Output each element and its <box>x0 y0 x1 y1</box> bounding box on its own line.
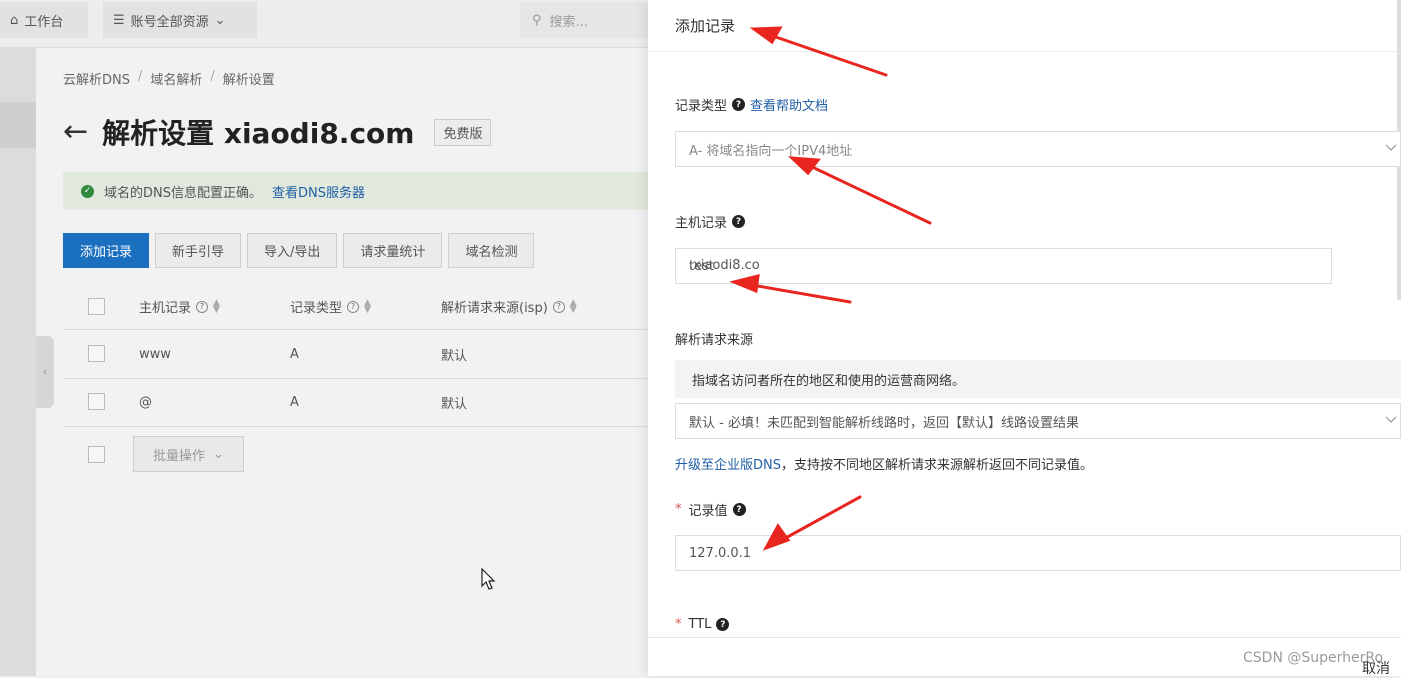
host-record-label: 主机记录 ? <box>675 212 746 231</box>
bulk-checkbox[interactable] <box>88 446 105 463</box>
cell-isp: 默认 <box>441 349 468 364</box>
column-header-type[interactable]: 记录类型 ? ▲ ▼ <box>290 284 371 329</box>
cell-isp: 默认 <box>441 397 468 412</box>
workbench-button[interactable]: ⌂ 工作台 <box>0 2 88 38</box>
help-icon[interactable]: ? <box>716 618 730 631</box>
request-stats-button[interactable]: 请求量统计 <box>343 233 443 268</box>
sidebar-active-item[interactable] <box>0 102 36 148</box>
search-input[interactable]: ⚲ 搜索... <box>520 2 648 38</box>
check-icon: ✓ <box>81 184 94 198</box>
request-source-select[interactable]: 默认 - 必填！未匹配到智能解析线路时，返回【默认】线路设置结果 <box>675 403 1401 439</box>
sort-icon[interactable]: ▲ ▼ <box>213 298 220 314</box>
request-source-label: 解析请求来源 <box>675 333 754 348</box>
cell-type: A <box>290 395 299 410</box>
drawer-title: 添加记录 <box>675 17 736 35</box>
drawer-header: 添加记录 <box>648 0 1401 52</box>
import-export-button[interactable]: 导入/导出 <box>247 233 338 268</box>
edition-badge: 免费版 <box>434 118 492 146</box>
upgrade-link[interactable]: 升级至企业版DNS <box>675 458 781 473</box>
sidebar-collapse-handle[interactable]: ‹ <box>36 336 54 408</box>
view-dns-link[interactable]: 查看DNS服务器 <box>272 182 365 201</box>
sort-icon[interactable]: ▲ ▼ <box>364 298 371 314</box>
breadcrumb-separator: / <box>138 69 143 84</box>
chevron-left-icon: ‹ <box>42 364 48 380</box>
record-value-label: * 记录值 ? <box>675 500 746 519</box>
back-arrow-icon[interactable]: ← <box>63 117 88 147</box>
required-mark: * <box>675 502 682 517</box>
page-title: 解析设置 xiaodi8.com <box>102 117 415 150</box>
home-icon: ⌂ <box>10 12 19 28</box>
cell-host: www <box>139 347 171 362</box>
row-checkbox[interactable] <box>88 393 105 410</box>
column-header-host[interactable]: 主机记录 ? ▲ ▼ <box>139 284 220 329</box>
chevron-down-icon <box>1386 144 1396 151</box>
footer-divider <box>648 637 1401 638</box>
help-icon[interactable]: ? <box>732 503 746 516</box>
breadcrumb-item[interactable]: 域名解析 <box>150 69 202 88</box>
dns-status-alert: ✓ 域名的DNS信息配置正确。 查看DNS服务器 <box>63 172 648 210</box>
add-record-drawer: 添加记录 记录类型 ? 查看帮助文档 A- 将域名指向一个IPV4地址 主机记录… <box>648 0 1401 676</box>
search-icon: ⚲ <box>532 12 542 28</box>
sort-icon[interactable]: ▲ ▼ <box>570 298 577 314</box>
record-type-select[interactable]: A- 将域名指向一个IPV4地址 <box>675 131 1401 167</box>
table-row: www A 默认 <box>63 331 648 379</box>
list-icon: ☰ <box>113 12 125 28</box>
page-header: ← 解析设置 xiaodi8.com 免费版 <box>63 112 492 152</box>
record-type-label: 记录类型 ? 查看帮助文档 <box>675 95 828 114</box>
help-icon[interactable]: ? <box>732 215 746 228</box>
ttl-label: * TTL ? <box>675 617 730 632</box>
host-suffix: .xiaodi8.co <box>689 258 760 273</box>
request-source-info: 指域名访问者所在的地区和使用的运营商网络。 <box>675 360 1401 398</box>
cell-host: @ <box>139 395 152 410</box>
breadcrumb-item: 解析设置 <box>222 73 275 88</box>
top-bar: ⌂ 工作台 ☰ 账号全部资源 ⌄ ⚲ 搜索... <box>0 0 648 48</box>
add-record-button[interactable]: 添加记录 <box>63 233 150 268</box>
host-record-input[interactable]: test <box>675 248 1332 284</box>
help-icon[interactable]: ? <box>552 300 565 313</box>
upgrade-note: 升级至企业版DNS，支持按不同地区解析请求来源解析返回不同记录值。 <box>675 458 1094 473</box>
table-header: 主机记录 ? ▲ ▼ 记录类型 ? ▲ ▼ 解析请求来源(isp) ? ▲ ▼ <box>63 284 648 330</box>
cancel-button[interactable]: 取消 <box>1362 658 1390 678</box>
required-mark: * <box>675 617 682 632</box>
help-doc-link[interactable]: 查看帮助文档 <box>750 95 828 114</box>
breadcrumb-item[interactable]: 云解析DNS <box>63 69 130 88</box>
resources-dropdown[interactable]: ☰ 账号全部资源 ⌄ <box>103 2 257 38</box>
cell-type: A <box>290 347 299 362</box>
help-icon[interactable]: ? <box>732 98 746 111</box>
record-value-input[interactable]: 127.0.0.1 <box>675 535 1401 571</box>
column-header-isp[interactable]: 解析请求来源(isp) ? ▲ ▼ <box>441 284 577 329</box>
breadcrumb-separator: / <box>210 69 215 84</box>
help-icon[interactable]: ? <box>196 300 209 313</box>
help-icon[interactable]: ? <box>347 300 360 313</box>
row-checkbox[interactable] <box>88 345 105 362</box>
breadcrumb: 云解析DNS / 域名解析 / 解析设置 <box>63 69 275 88</box>
chevron-down-icon <box>1386 416 1396 423</box>
table-row: @ A 默认 <box>63 379 648 427</box>
mouse-cursor-icon <box>481 568 496 590</box>
guide-button[interactable]: 新手引导 <box>155 233 242 268</box>
alert-text: 域名的DNS信息配置正确。 <box>104 185 262 201</box>
bulk-action-dropdown[interactable]: 批量操作 ⌄ <box>133 436 244 472</box>
action-toolbar: 添加记录 新手引导 导入/导出 请求量统计 域名检测 <box>63 233 535 268</box>
domain-check-button[interactable]: 域名检测 <box>448 233 535 268</box>
select-all-checkbox[interactable] <box>88 298 105 315</box>
chevron-down-icon: ⌄ <box>214 12 226 28</box>
left-sidebar <box>0 48 36 676</box>
chevron-down-icon: ⌄ <box>213 446 224 462</box>
